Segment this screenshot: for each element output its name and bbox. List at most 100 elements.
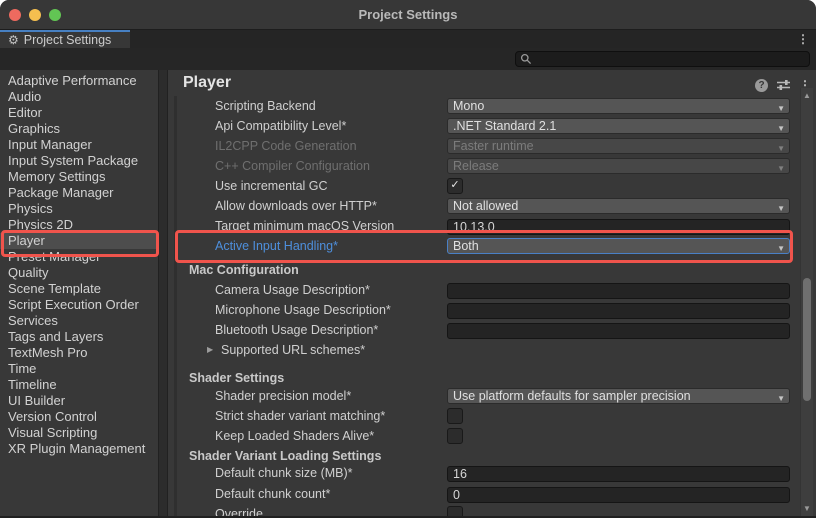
setting-label: Active Input Handling* <box>215 239 338 253</box>
section-header: Shader Variant Loading Settings <box>189 449 381 463</box>
row-supported-url-schemes: ▶ Supported URL schemes* <box>168 340 800 360</box>
default-chunk-count-field <box>447 486 790 502</box>
chevron-down-icon: ▼ <box>777 122 785 134</box>
sidebar-item-preset-manager[interactable]: Preset Manager <box>0 249 158 265</box>
sidebar-item-visual-scripting[interactable]: Visual Scripting <box>0 425 158 441</box>
help-icon[interactable]: ? <box>755 79 768 92</box>
sidebar-item-services[interactable]: Services <box>0 313 158 329</box>
tab-overflow-menu-icon[interactable]: ⋮ <box>797 32 809 46</box>
setting-label: C++ Compiler Configuration <box>215 159 370 173</box>
dropdown-value: Use platform defaults for sampler precis… <box>453 389 691 403</box>
sidebar-item-quality[interactable]: Quality <box>0 265 158 281</box>
row-shader-precision-model: Shader precision model* Use platform def… <box>168 386 800 406</box>
sidebar-item-player[interactable]: Player <box>0 233 158 249</box>
sidebar-item-adaptive-performance[interactable]: Adaptive Performance <box>0 73 158 89</box>
setting-label: Default chunk size (MB)* <box>215 466 353 480</box>
row-default-chunk-size: Default chunk size (MB)* <box>168 463 800 483</box>
chevron-down-icon: ▼ <box>777 392 785 404</box>
sidebar-item-timeline[interactable]: Timeline <box>0 377 158 393</box>
dropdown-value: Release <box>453 159 499 173</box>
setting-label: IL2CPP Code Generation <box>215 139 357 153</box>
check-icon: ✓ <box>450 179 459 191</box>
dropdown-value: Mono <box>453 99 484 113</box>
scroll-down-icon[interactable]: ▼ <box>801 504 813 513</box>
row-il2cpp-code-generation: IL2CPP Code Generation Faster runtime ▼ <box>168 136 800 156</box>
section-header: Mac Configuration <box>189 263 299 277</box>
use-incremental-gc-checkbox[interactable]: ✓ <box>447 178 463 194</box>
row-microphone-usage-description: Microphone Usage Description* <box>168 300 800 320</box>
target-minimum-macos-version-field <box>447 218 790 234</box>
row-camera-usage-description: Camera Usage Description* <box>168 280 800 300</box>
setting-label: Allow downloads over HTTP* <box>215 199 377 213</box>
bluetooth-usage-description-field <box>447 322 790 338</box>
sidebar-item-ui-builder[interactable]: UI Builder <box>0 393 158 409</box>
row-active-input-handling: Active Input Handling* Both ▼ <box>168 236 800 256</box>
keep-loaded-shaders-alive-checkbox[interactable] <box>447 428 463 444</box>
microphone-usage-description-input[interactable] <box>447 303 790 319</box>
window-title: Project Settings <box>0 7 816 22</box>
setting-label: Microphone Usage Description* <box>215 303 391 317</box>
search-field[interactable] <box>515 51 810 67</box>
camera-usage-description-field <box>447 282 790 298</box>
default-chunk-size-input[interactable] <box>447 466 790 482</box>
row-bluetooth-usage-description: Bluetooth Usage Description* <box>168 320 800 340</box>
sidebar-item-package-manager[interactable]: Package Manager <box>0 185 158 201</box>
presets-icon[interactable] <box>776 79 791 91</box>
section-header: Shader Settings <box>189 371 284 385</box>
setting-label: Scripting Backend <box>215 99 316 113</box>
sidebar-item-physics[interactable]: Physics <box>0 201 158 217</box>
api-compatibility-level-dropdown[interactable]: .NET Standard 2.1 ▼ <box>447 118 790 134</box>
sidebar-item-memory-settings[interactable]: Memory Settings <box>0 169 158 185</box>
scroll-up-icon[interactable]: ▲ <box>801 91 813 100</box>
player-settings-panel: Player ? ⋮ Scripting Backend Mono ▼ Api … <box>168 70 816 516</box>
sidebar-item-tags-and-layers[interactable]: Tags and Layers <box>0 329 158 345</box>
setting-label: Bluetooth Usage Description* <box>215 323 378 337</box>
default-chunk-size-field <box>447 465 790 481</box>
camera-usage-description-input[interactable] <box>447 283 790 299</box>
bluetooth-usage-description-input[interactable] <box>447 323 790 339</box>
row-keep-loaded-shaders-alive: Keep Loaded Shaders Alive* <box>168 426 800 446</box>
settings-category-list: Adaptive Performance Audio Editor Graphi… <box>0 70 158 516</box>
allow-downloads-over-http-dropdown[interactable]: Not allowed ▼ <box>447 198 790 214</box>
shader-precision-model-dropdown[interactable]: Use platform defaults for sampler precis… <box>447 388 790 404</box>
row-target-minimum-macos-version: Target minimum macOS Version <box>168 216 800 236</box>
setting-label: Strict shader variant matching* <box>215 409 385 423</box>
scrollbar-thumb[interactable] <box>803 278 811 401</box>
dropdown-value: Faster runtime <box>453 139 534 153</box>
row-allow-downloads-over-http: Allow downloads over HTTP* Not allowed ▼ <box>168 196 800 216</box>
row-default-chunk-count: Default chunk count* <box>168 484 800 504</box>
search-input[interactable] <box>532 51 805 67</box>
dropdown-value: Both <box>453 239 479 253</box>
sidebar-item-time[interactable]: Time <box>0 361 158 377</box>
supported-url-schemes-foldout[interactable]: Supported URL schemes* <box>221 343 365 357</box>
setting-label: Use incremental GC <box>215 179 328 193</box>
sidebar-item-physics-2d[interactable]: Physics 2D <box>0 217 158 233</box>
strict-shader-variant-matching-checkbox[interactable] <box>447 408 463 424</box>
chevron-down-icon: ▼ <box>777 102 785 114</box>
sidebar-item-xr-plugin-management[interactable]: XR Plugin Management <box>0 441 158 457</box>
row-cpp-compiler-configuration: C++ Compiler Configuration Release ▼ <box>168 156 800 176</box>
setting-label: Default chunk count* <box>215 487 330 501</box>
row-api-compatibility-level: Api Compatibility Level* .NET Standard 2… <box>168 116 800 136</box>
active-input-handling-dropdown[interactable]: Both ▼ <box>447 238 790 254</box>
microphone-usage-description-field <box>447 302 790 318</box>
main-scrollbar[interactable]: ▲ ▼ <box>800 88 813 516</box>
sidebar-item-scene-template[interactable]: Scene Template <box>0 281 158 297</box>
target-minimum-macos-version-input[interactable] <box>447 219 790 235</box>
tab-project-settings[interactable]: ⚙ Project Settings <box>0 30 130 48</box>
sidebar-item-graphics[interactable]: Graphics <box>0 121 158 137</box>
sidebar-item-audio[interactable]: Audio <box>0 89 158 105</box>
sidebar-item-textmesh-pro[interactable]: TextMesh Pro <box>0 345 158 361</box>
search-icon <box>520 53 532 65</box>
toolbar <box>0 48 816 71</box>
sidebar-item-script-execution-order[interactable]: Script Execution Order <box>0 297 158 313</box>
sidebar-item-editor[interactable]: Editor <box>0 105 158 121</box>
foldout-arrow-icon[interactable]: ▶ <box>207 345 213 354</box>
sidebar-item-input-manager[interactable]: Input Manager <box>0 137 158 153</box>
sidebar-scrollbar-track[interactable] <box>158 70 168 516</box>
cpp-compiler-configuration-dropdown: Release ▼ <box>447 158 790 174</box>
default-chunk-count-input[interactable] <box>447 487 790 503</box>
sidebar-item-version-control[interactable]: Version Control <box>0 409 158 425</box>
scripting-backend-dropdown[interactable]: Mono ▼ <box>447 98 790 114</box>
sidebar-item-input-system-package[interactable]: Input System Package <box>0 153 158 169</box>
